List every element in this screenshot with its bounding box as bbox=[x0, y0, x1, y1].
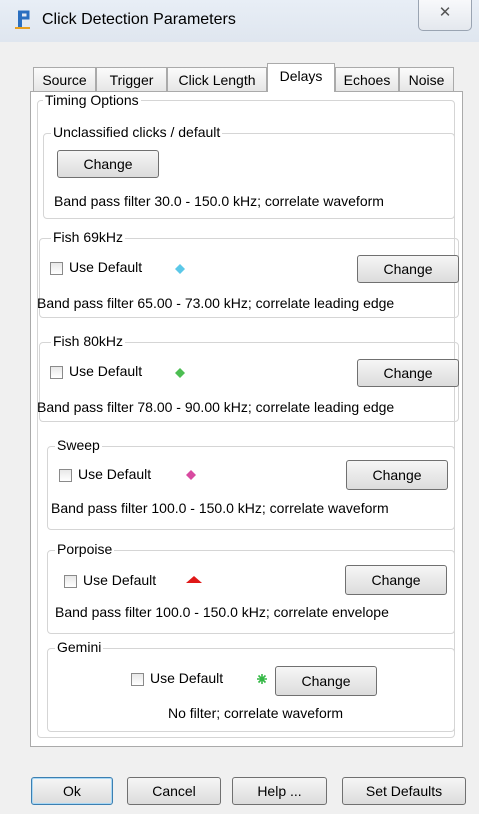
button-label: Change bbox=[83, 156, 133, 172]
use-default-label: Use Default bbox=[69, 363, 143, 379]
timing-options-title: Timing Options bbox=[43, 92, 141, 108]
filter-description: No filter; correlate waveform bbox=[168, 705, 344, 721]
group-title: Fish 69kHz bbox=[51, 229, 126, 245]
help-button[interactable]: Help ... bbox=[232, 777, 327, 805]
tab-label: Delays bbox=[279, 68, 323, 84]
tab-echoes[interactable]: Echoes bbox=[335, 67, 399, 91]
button-label: Change bbox=[383, 261, 433, 277]
change-button[interactable]: Change bbox=[345, 565, 447, 595]
diamond-icon bbox=[186, 470, 196, 480]
change-button[interactable]: Change bbox=[275, 666, 377, 696]
filter-description: Band pass filter 100.0 - 150.0 kHz; corr… bbox=[55, 604, 389, 620]
app-icon bbox=[15, 10, 30, 29]
button-label: Ok bbox=[63, 783, 81, 799]
button-label: Cancel bbox=[152, 783, 196, 799]
change-button[interactable]: Change bbox=[57, 150, 159, 178]
change-button[interactable]: Change bbox=[357, 255, 459, 283]
tab-label: Click Length bbox=[178, 72, 256, 88]
group-title: Sweep bbox=[55, 437, 102, 453]
button-label: Change bbox=[383, 365, 433, 381]
use-default-label: Use Default bbox=[78, 466, 152, 482]
close-button[interactable]: ✕ bbox=[418, 0, 472, 31]
group-title: Porpoise bbox=[55, 541, 115, 557]
use-default-checkbox[interactable] bbox=[50, 262, 63, 275]
use-default-label: Use Default bbox=[83, 572, 157, 588]
tab-noise[interactable]: Noise bbox=[399, 67, 454, 91]
button-label: Set Defaults bbox=[365, 783, 443, 799]
diamond-icon bbox=[175, 264, 185, 274]
use-default-checkbox[interactable] bbox=[64, 575, 77, 588]
triangle-icon bbox=[186, 576, 202, 583]
diamond-icon bbox=[175, 368, 185, 378]
tab-label: Source bbox=[42, 72, 87, 88]
button-label: Change bbox=[371, 572, 421, 588]
use-default-checkbox[interactable] bbox=[50, 366, 63, 379]
cancel-button[interactable]: Cancel bbox=[127, 777, 221, 805]
tab-delays[interactable]: Delays bbox=[267, 63, 335, 92]
button-label: Help ... bbox=[257, 783, 302, 799]
ok-button[interactable]: Ok bbox=[31, 777, 113, 805]
title-bar: Click Detection Parameters ✕ bbox=[0, 0, 479, 42]
tab-label: Echoes bbox=[343, 72, 391, 88]
change-button[interactable]: Change bbox=[357, 359, 459, 387]
use-default-checkbox[interactable] bbox=[59, 469, 72, 482]
change-button[interactable]: Change bbox=[346, 460, 448, 490]
filter-description: Band pass filter 30.0 - 150.0 kHz; corre… bbox=[54, 193, 384, 209]
delays-panel: Timing Options Unclassified clicks / def… bbox=[30, 91, 463, 747]
use-default-checkbox[interactable] bbox=[131, 673, 144, 686]
tab-source[interactable]: Source bbox=[33, 67, 96, 91]
star-icon bbox=[257, 674, 267, 684]
group-title: Fish 80kHz bbox=[51, 333, 126, 349]
tab-trigger[interactable]: Trigger bbox=[96, 67, 167, 91]
tab-label: Trigger bbox=[109, 72, 154, 88]
group-title: Gemini bbox=[55, 639, 104, 655]
button-label: Change bbox=[301, 673, 351, 689]
group-title: Unclassified clicks / default bbox=[51, 124, 223, 140]
filter-description: Band pass filter 65.00 - 73.00 kHz; corr… bbox=[37, 295, 395, 311]
button-label: Change bbox=[372, 467, 422, 483]
tab-label: Noise bbox=[408, 72, 445, 88]
filter-description: Band pass filter 78.00 - 90.00 kHz; corr… bbox=[37, 399, 395, 415]
window-title: Click Detection Parameters bbox=[42, 11, 236, 28]
use-default-label: Use Default bbox=[69, 259, 143, 275]
use-default-label: Use Default bbox=[150, 670, 224, 686]
set-defaults-button[interactable]: Set Defaults bbox=[342, 777, 466, 805]
filter-description: Band pass filter 100.0 - 150.0 kHz; corr… bbox=[51, 500, 389, 516]
close-icon: ✕ bbox=[438, 4, 452, 21]
tab-click-length[interactable]: Click Length bbox=[167, 67, 267, 91]
